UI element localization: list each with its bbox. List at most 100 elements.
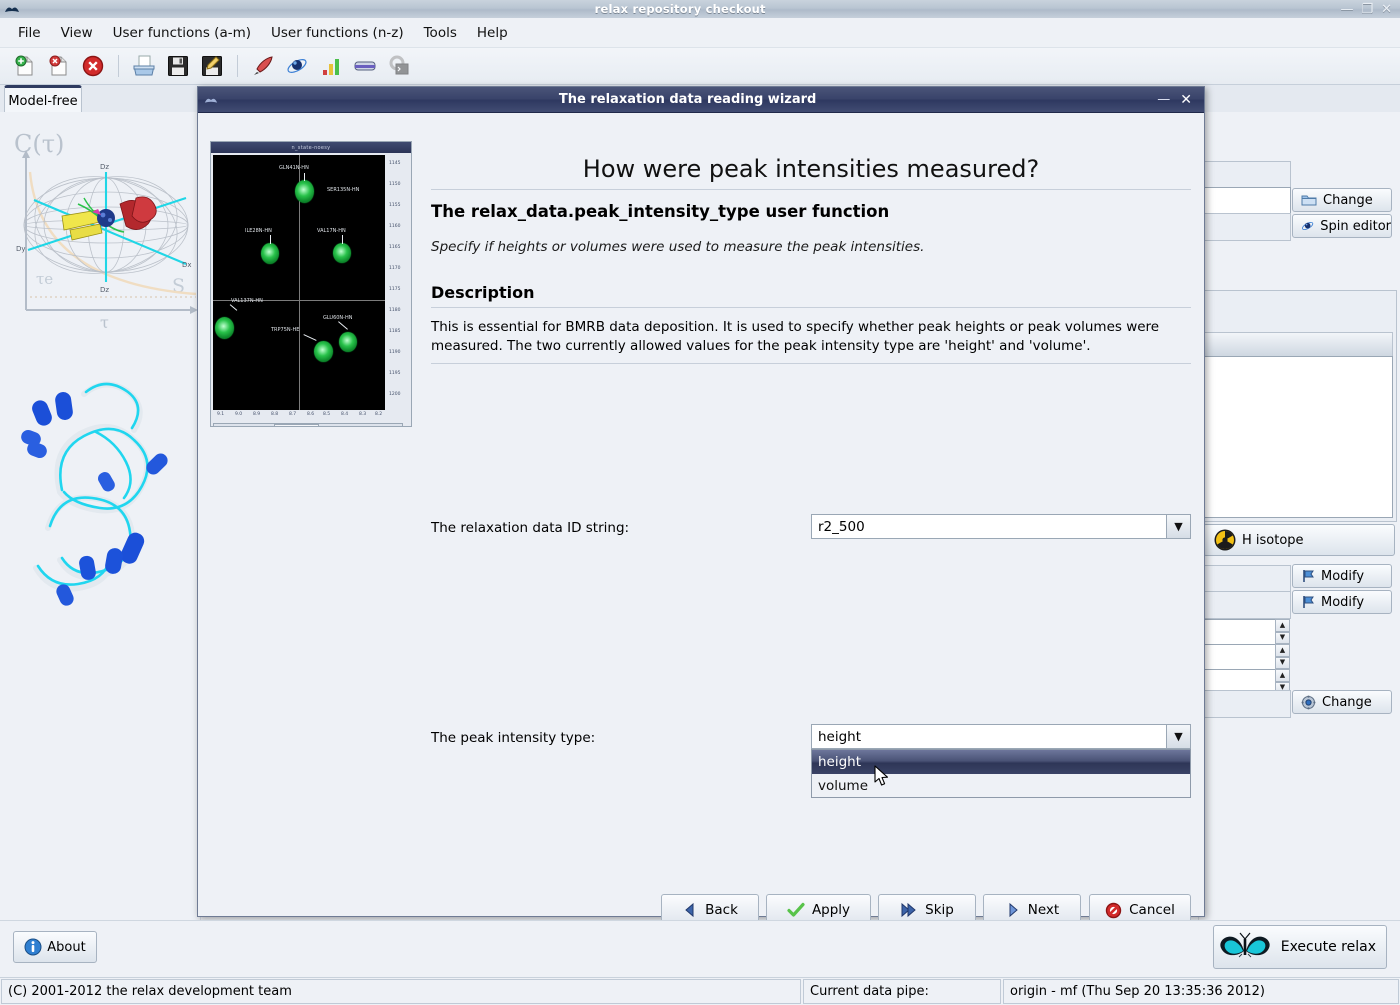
results-viewer-button[interactable] xyxy=(316,51,346,81)
y-tick-6: 1175 xyxy=(389,287,400,292)
save-state-as-icon xyxy=(200,54,224,78)
wizard-body: n_state-noesy GLN41N-HN SER135N-HN ILE28… xyxy=(198,113,1204,916)
x-tick-5: 8.6 xyxy=(307,412,314,417)
wizard-title: The relaxation data reading wizard xyxy=(218,92,1157,107)
menu-help[interactable]: Help xyxy=(467,21,518,45)
modify-1-label: Modify xyxy=(1321,569,1364,584)
leader-line-3 xyxy=(342,235,343,244)
change-settings-button[interactable]: Change xyxy=(1292,690,1392,714)
spectrum-y-axis: 1145 1150 1155 1160 1165 1170 1175 1180 … xyxy=(387,155,403,410)
mc-simulations-stepper[interactable]: ▲ ▼ xyxy=(1275,644,1290,669)
stepper-down-icon[interactable]: ▼ xyxy=(1275,632,1290,645)
open-state-button[interactable] xyxy=(129,51,159,81)
wizard-subtitle: Specify if heights or volumes were used … xyxy=(431,239,924,255)
relax-execute-button[interactable] xyxy=(248,51,278,81)
y-tick-5: 1170 xyxy=(389,266,400,271)
tab-model-free[interactable]: Model-free xyxy=(4,85,82,115)
left-triangle-icon xyxy=(682,902,698,918)
tab-model-free-label: Model-free xyxy=(8,94,77,109)
stepper-down-icon[interactable]: ▼ xyxy=(1275,657,1290,670)
data-pipe-editor-button[interactable] xyxy=(350,51,380,81)
h-isotope-label: H isotope xyxy=(1242,533,1304,548)
spin-viewer-button[interactable] xyxy=(282,51,312,81)
menu-tools[interactable]: Tools xyxy=(414,21,467,45)
diffusion-axes xyxy=(28,172,186,282)
peak-intensity-type-dropdown[interactable]: height volume xyxy=(811,749,1191,798)
relax-logo-icon xyxy=(4,1,20,17)
execute-relax-label: Execute relax xyxy=(1281,939,1376,955)
peak-label-trp75: TRP75N-HE xyxy=(271,327,299,333)
dropdown-option-height-label: height xyxy=(818,754,861,770)
toolbar-separator-1 xyxy=(118,55,119,77)
x-tick-6: 8.5 xyxy=(323,412,330,417)
h-isotope-button[interactable]: H isotope xyxy=(1203,524,1395,556)
statusbar: (C) 2001-2012 the relax development team… xyxy=(0,977,1400,1005)
menu-file[interactable]: File xyxy=(8,21,51,45)
x-tick-0: 9.1 xyxy=(217,412,224,417)
window-close-button[interactable]: ✕ xyxy=(1381,3,1392,16)
peak-val137 xyxy=(215,317,234,339)
wizard-close-button[interactable]: ✕ xyxy=(1180,92,1204,108)
window-minimize-button[interactable]: — xyxy=(1340,3,1353,16)
menu-user-functions-a-m[interactable]: User functions (a-m) xyxy=(103,21,261,45)
left-graphics-pane: C(τ) τ τe S xyxy=(0,112,201,920)
prompt-button[interactable] xyxy=(384,51,414,81)
modify-button-2[interactable]: Modify xyxy=(1292,590,1392,614)
change-settings-label: Change xyxy=(1322,695,1372,710)
menu-view[interactable]: View xyxy=(51,21,103,45)
new-analysis-icon xyxy=(13,54,37,78)
stepper-up-icon[interactable]: ▲ xyxy=(1275,669,1290,682)
relaxation-data-id-combo[interactable]: r2_500 ▼ xyxy=(811,514,1191,539)
status-copyright: (C) 2001-2012 the relax development team xyxy=(1,979,801,1004)
grid-increments-stepper[interactable]: ▲ ▼ xyxy=(1275,619,1290,644)
dropdown-option-volume[interactable]: volume xyxy=(812,774,1190,798)
modify-button-1[interactable]: Modify xyxy=(1292,564,1392,588)
chevron-down-icon[interactable]: ▼ xyxy=(1166,515,1190,538)
y-tick-4: 1165 xyxy=(389,245,400,250)
dropdown-option-height[interactable]: height xyxy=(812,750,1190,774)
spin-editor-button[interactable]: Spin editor xyxy=(1292,214,1392,238)
wizard-function-title: The relax_data.peak_intensity_type user … xyxy=(431,202,889,221)
y-tick-2: 1155 xyxy=(389,203,400,208)
diffusion-dz-label-bottom: Dz xyxy=(100,286,109,294)
new-analysis-button[interactable] xyxy=(10,51,40,81)
menu-user-functions-n-z[interactable]: User functions (n-z) xyxy=(261,21,414,45)
window-restore-button[interactable]: ❐ xyxy=(1361,3,1373,16)
about-button[interactable]: About xyxy=(13,931,97,963)
close-all-analyses-button[interactable] xyxy=(78,51,108,81)
close-analysis-button[interactable] xyxy=(44,51,74,81)
chevron-down-icon[interactable]: ▼ xyxy=(1166,725,1190,748)
y-tick-1: 1150 xyxy=(389,182,400,187)
save-state-as-button[interactable] xyxy=(197,51,227,81)
folder-icon xyxy=(1301,193,1317,207)
toolbar xyxy=(0,48,1400,85)
execute-relax-button[interactable]: Execute relax xyxy=(1213,925,1387,969)
results-viewer-icon xyxy=(319,54,343,78)
spin-viewer-icon xyxy=(1301,219,1314,233)
stepper-up-icon[interactable]: ▲ xyxy=(1275,619,1290,632)
thumbnail-hscrollbar[interactable] xyxy=(213,423,403,427)
diffusion-taue-label: τe xyxy=(36,270,53,288)
butterfly-icon xyxy=(1217,931,1273,963)
peak-intensity-type-combo[interactable]: height ▼ xyxy=(811,724,1191,749)
stepper-up-icon[interactable]: ▲ xyxy=(1275,644,1290,657)
toolbar-separator-2 xyxy=(237,55,238,77)
dropdown-option-volume-label: volume xyxy=(818,778,868,794)
modify-2-label: Modify xyxy=(1321,595,1364,610)
peak-label-ile28: ILE28N-HN xyxy=(245,228,272,234)
nmr-spectrum-thumbnail[interactable]: n_state-noesy GLN41N-HN SER135N-HN ILE28… xyxy=(210,141,412,427)
peak-glu60 xyxy=(339,332,357,352)
spectrum-x-axis: 9.1 9.0 8.9 8.8 8.7 8.6 8.5 8.4 8.3 8.2 xyxy=(213,410,385,422)
prompt-icon xyxy=(387,54,411,78)
close-all-analyses-icon xyxy=(81,54,105,78)
y-tick-7: 1180 xyxy=(389,308,400,313)
leader-line-2 xyxy=(270,235,271,244)
save-state-icon xyxy=(166,54,190,78)
wizard-minimize-button[interactable]: — xyxy=(1157,92,1180,107)
spin-viewer-icon xyxy=(285,54,309,78)
heading-divider xyxy=(431,189,1191,190)
wizard-heading: How were peak intensities measured? xyxy=(431,155,1191,183)
leader-line-6 xyxy=(338,321,348,329)
save-state-button[interactable] xyxy=(163,51,193,81)
change-data-pipe-button[interactable]: Change xyxy=(1292,188,1392,212)
